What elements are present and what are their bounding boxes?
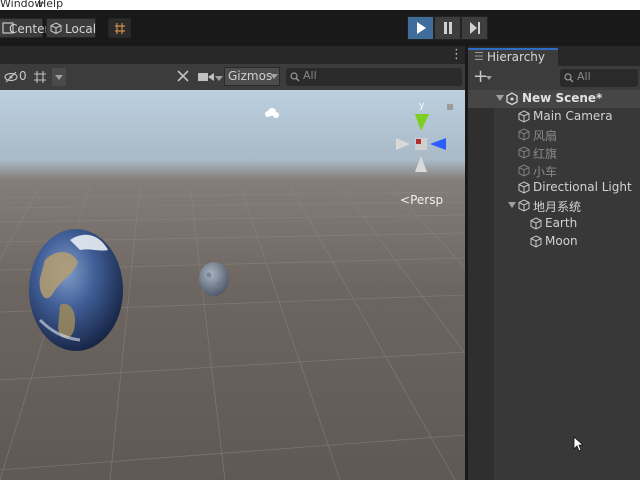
hierarchy-item-label: Main Camera xyxy=(533,109,613,123)
tab-hierarchy[interactable]: ☰ Hierarchy xyxy=(468,48,558,66)
perspective-label[interactable]: <Persp xyxy=(400,193,443,207)
gameobject-cube-icon xyxy=(530,235,542,248)
scene-viewport[interactable]: y <Persp xyxy=(0,90,465,480)
search-icon xyxy=(564,73,574,83)
grid-snap-button[interactable] xyxy=(108,18,131,38)
step-button[interactable] xyxy=(461,16,488,40)
hierarchy-search-input[interactable]: All xyxy=(560,69,638,87)
scene-name: New Scene* xyxy=(522,91,603,105)
gizmos-dropdown[interactable]: Gizmos xyxy=(224,67,280,86)
scene-grid: y xyxy=(0,101,465,480)
perspective-label-text: Persp xyxy=(410,193,444,207)
grid-dropdown[interactable] xyxy=(52,68,66,86)
panel-divider[interactable] xyxy=(465,46,468,480)
gameobject-cube-icon xyxy=(518,128,530,141)
hierarchy-toolbar: + All xyxy=(468,66,640,91)
pause-button[interactable] xyxy=(434,16,461,40)
step-icon xyxy=(470,22,480,34)
hierarchy-item-flag[interactable]: 红旗 xyxy=(468,144,640,162)
play-icon xyxy=(417,22,426,34)
hierarchy-item-moon[interactable]: Moon xyxy=(468,233,640,251)
eye-hidden-icon xyxy=(4,71,18,83)
camera-dropdown[interactable] xyxy=(196,68,224,86)
chevron-down-icon xyxy=(270,74,278,79)
gizmos-label: Gizmos xyxy=(228,69,273,83)
hierarchy-tree: New Scene* Main Camera 风扇 红旗 小车 Directio… xyxy=(468,90,640,480)
gameobject-cube-icon xyxy=(518,110,530,123)
scene-root-row[interactable]: New Scene* xyxy=(468,90,640,108)
hierarchy-item-earth-moon-system[interactable]: 地月系统 xyxy=(468,197,640,215)
scene-visibility-toggle[interactable]: 0 xyxy=(2,69,30,85)
gameobject-cube-icon xyxy=(518,181,530,194)
play-button[interactable] xyxy=(407,16,434,40)
hidden-count: 0 xyxy=(19,69,27,83)
hierarchy-item-label: 地月系统 xyxy=(533,200,582,214)
gameobject-cube-icon xyxy=(518,164,530,177)
menu-window[interactable]: Window xyxy=(0,0,43,10)
hierarchy-search-placeholder: All xyxy=(577,70,591,83)
hierarchy-item-label: Directional Light xyxy=(533,180,632,194)
hierarchy-item-car[interactable]: 小车 xyxy=(468,162,640,180)
hierarchy-item-label: Moon xyxy=(545,234,578,248)
grid-snap-icon xyxy=(115,23,125,34)
hierarchy-tab-strip: ☰ Hierarchy xyxy=(468,46,640,66)
gameobject-cube-icon xyxy=(518,146,530,159)
hierarchy-tab-label: Hierarchy xyxy=(487,50,546,64)
cube-icon xyxy=(50,22,62,34)
search-icon xyxy=(290,72,300,82)
mouse-cursor-icon xyxy=(573,436,583,452)
unity-scene-icon xyxy=(506,92,518,105)
camera-icon xyxy=(198,73,214,81)
hierarchy-item-main-camera[interactable]: Main Camera xyxy=(468,108,640,126)
menu-bar: Window Help xyxy=(0,0,640,10)
gameobject-cube-icon xyxy=(530,217,542,230)
chevron-down-icon xyxy=(486,76,492,80)
chevron-down-icon xyxy=(215,76,223,81)
add-object-button[interactable]: + xyxy=(471,66,493,87)
tools-icon[interactable] xyxy=(176,69,190,83)
scene-search-placeholder: All xyxy=(303,69,317,82)
hierarchy-item-label: 小车 xyxy=(533,165,558,179)
scene-search-input[interactable]: All xyxy=(286,68,462,86)
gizmo-axis-y-label: y xyxy=(419,101,425,111)
expand-arrow-icon[interactable] xyxy=(508,202,516,208)
scene-toolbar: 0 Gizmos All xyxy=(0,64,465,91)
gameobject-cube-icon xyxy=(518,199,530,212)
hierarchy-item-directional-light[interactable]: Directional Light xyxy=(468,179,640,197)
expand-arrow-icon[interactable] xyxy=(496,95,504,101)
hierarchy-tab-icon: ☰ xyxy=(474,50,484,63)
chevron-down-icon xyxy=(55,75,63,80)
moon-sphere[interactable] xyxy=(199,262,229,296)
hierarchy-item-label: 风扇 xyxy=(533,129,558,143)
hierarchy-item-label: Earth xyxy=(545,216,578,230)
orientation-gizmo[interactable]: y xyxy=(396,101,446,172)
hierarchy-item-fan[interactable]: 风扇 xyxy=(468,126,640,144)
hierarchy-item-label: 红旗 xyxy=(533,147,558,161)
more-options-icon[interactable]: ⋮ xyxy=(450,47,463,62)
menu-help[interactable]: Help xyxy=(38,0,63,10)
scene-grid-icon[interactable] xyxy=(33,70,47,84)
light-icon xyxy=(265,108,279,118)
pivot-center-label: Center xyxy=(9,22,50,36)
hierarchy-item-earth[interactable]: Earth xyxy=(468,215,640,233)
space-local-label: Local xyxy=(65,22,97,36)
lock-icon[interactable] xyxy=(447,104,453,110)
space-local-button[interactable]: Local xyxy=(46,18,96,38)
scene-tab-strip: ⋮ xyxy=(0,46,465,64)
pause-icon xyxy=(444,22,452,34)
pivot-center-button[interactable]: Center xyxy=(0,18,49,38)
earth-sphere[interactable] xyxy=(29,229,123,351)
